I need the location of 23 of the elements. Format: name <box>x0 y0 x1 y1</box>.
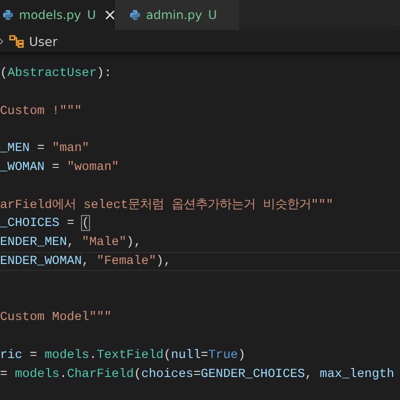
code-line: ENDER_WOMAN, "Female"), <box>0 252 400 271</box>
code-line: _MEN = "man" <box>0 140 90 158</box>
git-status: U <box>208 8 217 22</box>
tab-label: models.py <box>19 8 82 22</box>
code-line: arField에서 select문처럼 옵션추가하는거 비슷한거""" <box>0 196 334 214</box>
file-tab[interactable]: admin.py U <box>115 0 239 30</box>
code-line: (AbstractUser): <box>0 65 113 82</box>
tab-label: admin.py <box>146 8 202 22</box>
code-line: _WOMAN = "woman" <box>0 158 120 176</box>
file-tab[interactable]: models.py U <box>0 0 115 30</box>
code-line: ric = models.TextField(null=True) <box>0 346 246 364</box>
code-line: Custom !""" <box>0 102 83 120</box>
close-icon[interactable] <box>104 10 115 20</box>
git-status: U <box>87 8 96 22</box>
class-icon <box>9 34 24 48</box>
python-file-icon <box>129 9 141 21</box>
code-line: _CHOICES = ( <box>0 215 90 232</box>
python-file-icon <box>2 9 14 21</box>
breadcrumb-item[interactable]: User <box>29 34 58 48</box>
code-line: ENDER_MEN, "Male"), <box>0 234 142 252</box>
code-line: Custom Model""" <box>0 309 113 326</box>
code-line: = models.CharField(choices=GENDER_CHOICES, max_length <box>0 366 396 383</box>
chevron-icon <box>0 36 4 46</box>
